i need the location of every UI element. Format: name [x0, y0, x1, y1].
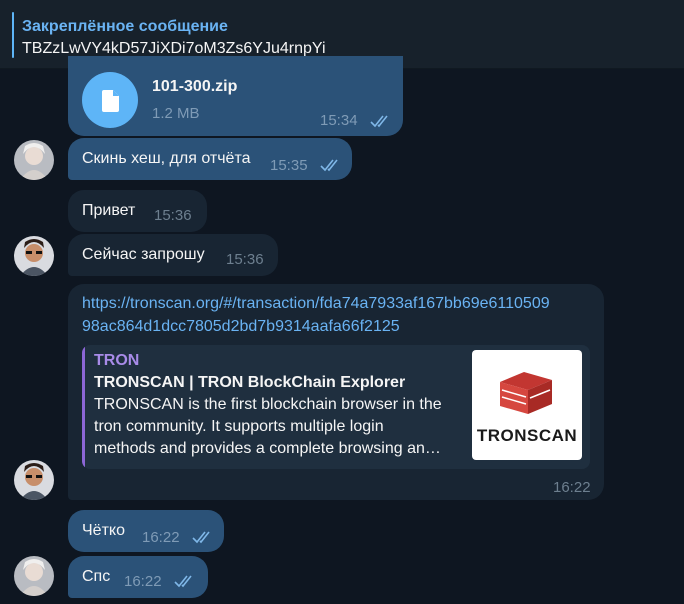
message-bubble[interactable]: Сейчас запрошу 15:36	[68, 234, 278, 276]
message-text: Скинь хеш, для отчёта	[82, 150, 251, 167]
double-check-icon	[174, 575, 192, 588]
double-check-icon	[192, 531, 210, 544]
avatar[interactable]	[14, 556, 54, 596]
preview-accent-line	[82, 345, 85, 469]
double-check-icon	[370, 115, 388, 128]
preview-thumbnail[interactable]: TRONSCAN	[472, 350, 582, 460]
message-bubble[interactable]: Скинь хеш, для отчёта 15:35	[68, 138, 352, 180]
message-text: Спс	[82, 568, 111, 585]
message-bubble[interactable]: Чётко 16:22	[68, 510, 224, 552]
message-text: Привет	[82, 202, 136, 219]
message-time: 15:34	[320, 112, 358, 129]
message-time: 16:22	[142, 529, 180, 546]
file-icon	[102, 90, 119, 112]
message-time: 15:35	[270, 157, 308, 174]
message-text: Чётко	[82, 522, 125, 539]
transaction-link-continued[interactable]: 98ac864d1dcc7805d2bd7b9314aafa66f2125	[82, 318, 400, 336]
file-size: 1.2 MB	[152, 105, 200, 122]
file-message[interactable]: 101-300.zip 1.2 MB 15:34	[68, 56, 403, 136]
message-time: 16:22	[553, 479, 591, 496]
preview-description-line: methods and provides a complete browsing…	[94, 440, 441, 457]
file-name: 101-300.zip	[152, 78, 238, 95]
link-preview[interactable]: TRON TRONSCAN | TRON BlockChain Explorer…	[82, 345, 590, 469]
message-bubble[interactable]: Спс 16:22	[68, 556, 208, 598]
avatar-image	[14, 460, 54, 500]
avatar-image	[14, 556, 54, 596]
preview-title: TRONSCAN | TRON BlockChain Explorer	[94, 374, 406, 391]
message-text: Сейчас запрошу	[82, 246, 205, 263]
double-check-icon	[320, 159, 338, 172]
message-bubble[interactable]: Привет 15:36	[68, 190, 207, 232]
transaction-link[interactable]: https://tronscan.org/#/transaction/fda74…	[82, 295, 550, 313]
message-time: 16:22	[124, 573, 162, 590]
message-time: 15:36	[226, 251, 264, 268]
message-time: 15:36	[154, 207, 192, 224]
avatar-image	[14, 140, 54, 180]
pinned-title: Закреплённое сообщение	[22, 18, 228, 35]
preview-description-line: tron community. It supports multiple log…	[94, 418, 384, 435]
tronscan-logo-text: TRONSCAN	[476, 426, 578, 445]
avatar[interactable]	[14, 236, 54, 276]
avatar[interactable]	[14, 140, 54, 180]
preview-description-line: TRONSCAN is the first blockchain browser…	[94, 396, 442, 413]
file-download-button[interactable]	[82, 72, 138, 128]
preview-site-name: TRON	[94, 352, 140, 369]
pinned-accent-line	[12, 12, 14, 58]
avatar-image	[14, 236, 54, 276]
avatar[interactable]	[14, 460, 54, 500]
